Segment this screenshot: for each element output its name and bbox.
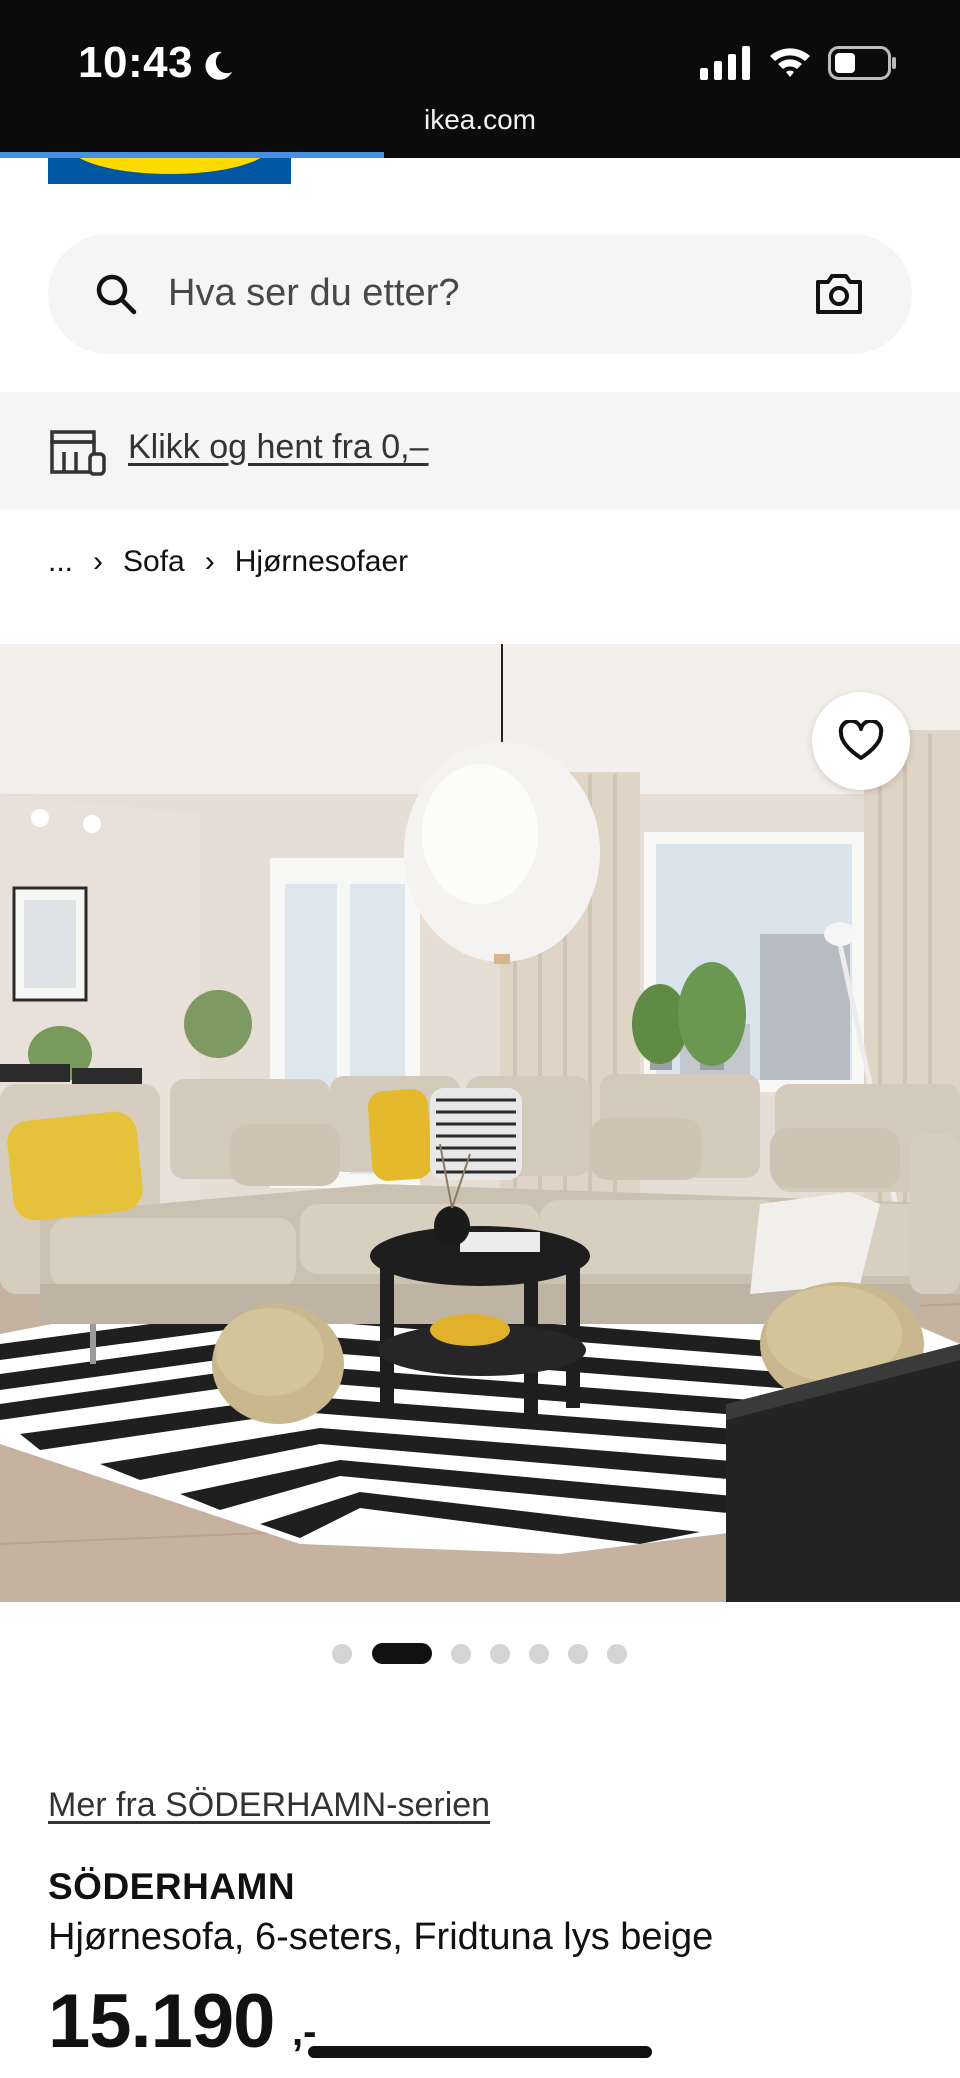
battery-icon bbox=[828, 46, 896, 80]
store-icon bbox=[50, 430, 106, 476]
url-bar-text[interactable]: ikea.com bbox=[0, 104, 960, 136]
favorite-button[interactable] bbox=[812, 692, 910, 790]
chevron-right-icon: › bbox=[93, 545, 104, 578]
product-description: Hjørnesofa, 6-seters, Fridtuna lys beige bbox=[48, 1916, 714, 1958]
breadcrumb-item-corner-sofas[interactable]: Hjørnesofaer bbox=[235, 545, 408, 579]
status-time: 10:43 bbox=[78, 38, 194, 87]
breadcrumb-item-sofa[interactable]: Sofa bbox=[123, 545, 185, 579]
breadcrumb-item-ellipsis[interactable]: ... bbox=[48, 545, 73, 579]
carousel-dot-active[interactable] bbox=[372, 1643, 432, 1664]
click-collect-link[interactable]: Klikk og hent fra 0,– bbox=[128, 428, 429, 467]
carousel-dots bbox=[0, 1642, 960, 1664]
carousel-dot[interactable] bbox=[529, 1644, 549, 1664]
carousel-dot[interactable] bbox=[568, 1644, 588, 1664]
carousel-dot[interactable] bbox=[451, 1644, 471, 1664]
carousel-dot[interactable] bbox=[332, 1644, 352, 1664]
moon-icon bbox=[205, 51, 232, 80]
ikea-logo[interactable] bbox=[48, 158, 291, 184]
search-input[interactable]: Hva ser du etter? bbox=[48, 234, 912, 354]
series-link[interactable]: Mer fra SÖDERHAMN-serien bbox=[48, 1786, 490, 1825]
cellular-signal-icon bbox=[700, 46, 750, 80]
breadcrumb: ... › Sofa › Hjørnesofaer bbox=[48, 542, 408, 582]
chevron-right-icon: › bbox=[204, 545, 215, 578]
living-room-illustration bbox=[0, 644, 960, 1602]
page: 10:43 ikea.com Hva ser du etter? Klikk o… bbox=[0, 0, 960, 2078]
camera-icon[interactable] bbox=[814, 272, 864, 316]
heart-icon bbox=[838, 720, 884, 760]
click-collect-banner: Klikk og hent fra 0,– bbox=[0, 392, 960, 510]
search-placeholder: Hva ser du etter? bbox=[168, 272, 460, 314]
carousel-dot[interactable] bbox=[490, 1644, 510, 1664]
product-name: SÖDERHAMN bbox=[48, 1866, 296, 1907]
home-indicator bbox=[308, 2046, 652, 2058]
product-image[interactable] bbox=[0, 644, 960, 1602]
product-price: 15.190 bbox=[48, 1979, 275, 2064]
status-bar: 10:43 ikea.com bbox=[0, 0, 960, 158]
carousel-dot[interactable] bbox=[607, 1644, 627, 1664]
search-icon bbox=[96, 274, 137, 315]
wifi-icon bbox=[770, 48, 810, 77]
